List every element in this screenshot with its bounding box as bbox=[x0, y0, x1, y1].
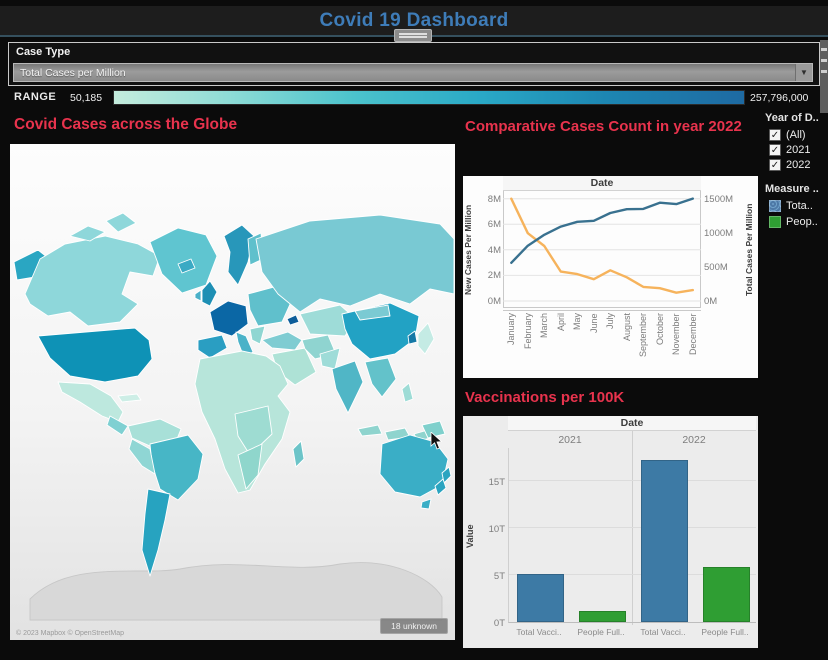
bar-people-full-[interactable] bbox=[579, 611, 626, 622]
series-right[interactable] bbox=[511, 199, 693, 263]
bar-plot[interactable] bbox=[508, 448, 756, 623]
bar-chart-title: Vaccinations per 100K bbox=[465, 389, 624, 406]
case-type-label: Case Type bbox=[16, 46, 70, 58]
case-type-dropdown[interactable]: Total Cases per Million ▼ bbox=[13, 63, 813, 82]
range-gradient-bar bbox=[113, 90, 745, 105]
month-label: February bbox=[523, 313, 533, 375]
case-type-filter: Case Type Total Cases per Million ▼ bbox=[8, 42, 820, 86]
checkbox-checked-icon[interactable]: ✓ bbox=[769, 159, 781, 171]
range-legend: RANGE 50,185 257,796,000 bbox=[0, 88, 828, 108]
left-tick: 4M bbox=[477, 245, 501, 256]
month-label: January bbox=[506, 313, 516, 375]
category-label: People Full.. bbox=[694, 627, 756, 637]
right-tick: 1500M bbox=[704, 194, 742, 205]
line-chart-date-header: Date bbox=[503, 176, 701, 191]
bar-chart-date-header: Date bbox=[508, 416, 756, 431]
month-label: July bbox=[605, 313, 615, 375]
filter-sidebar: Year of D.. ✓ (All) ✓ 2021 ✓ 2022 Measur… bbox=[765, 112, 827, 232]
range-max-value: 257,796,000 bbox=[750, 92, 808, 104]
left-tick: 8M bbox=[477, 194, 501, 205]
covid-dashboard: Covid 19 Dashboard Case Type Total Cases… bbox=[0, 0, 828, 660]
bar-total-vacci-[interactable] bbox=[641, 460, 688, 622]
line-chart-title: Comparative Cases Count in year 2022 bbox=[465, 116, 765, 138]
month-label: April bbox=[556, 313, 566, 375]
value-axis-label: Value bbox=[465, 476, 477, 596]
world-map-panel[interactable]: © 2023 Mapbox © OpenStreetMap 18 unknown bbox=[10, 144, 455, 640]
mouse-cursor-icon bbox=[430, 432, 444, 450]
legend-swatch-green bbox=[769, 216, 781, 228]
map-section-title: Covid Cases across the Globe bbox=[14, 116, 237, 134]
category-label: Total Vacci.. bbox=[508, 627, 570, 637]
month-label: March bbox=[539, 313, 549, 375]
year-filter-option-all[interactable]: ✓ (All) bbox=[769, 129, 827, 141]
left-tick: 2M bbox=[477, 270, 501, 281]
category-label: People Full.. bbox=[570, 627, 632, 637]
month-label: November bbox=[671, 313, 681, 375]
measure-legend-title: Measure .. bbox=[765, 183, 827, 195]
right-tick: 1000M bbox=[704, 228, 742, 239]
right-tick: 0M bbox=[704, 296, 742, 307]
unknown-count-badge[interactable]: 18 unknown bbox=[380, 618, 448, 634]
bar-total-vacci-[interactable] bbox=[517, 574, 564, 622]
month-axis-labels: January February March April May June July Augu… bbox=[503, 310, 701, 376]
range-min-value: 50,185 bbox=[70, 92, 102, 104]
year-filter-option-2021[interactable]: ✓ 2021 bbox=[769, 144, 827, 156]
value-tick: 5T bbox=[479, 571, 505, 582]
left-tick: 6M bbox=[477, 219, 501, 230]
scrollbar-strip[interactable] bbox=[820, 40, 828, 113]
line-chart-panel[interactable]: Date New Cases Per Million Total Cases P… bbox=[463, 176, 758, 378]
map-attribution: © 2023 Mapbox © OpenStreetMap bbox=[16, 630, 124, 637]
bar-people-full-[interactable] bbox=[703, 567, 750, 622]
left-axis-label: New Cases Per Million bbox=[463, 191, 476, 308]
value-tick: 0T bbox=[479, 618, 505, 629]
case-type-value: Total Cases per Million bbox=[14, 67, 795, 79]
value-tick: 10T bbox=[479, 524, 505, 535]
line-plot[interactable] bbox=[503, 191, 701, 308]
year-group-2021: 2021 bbox=[508, 431, 632, 448]
world-map[interactable] bbox=[10, 144, 455, 640]
gridline bbox=[509, 480, 756, 481]
left-tick: 0M bbox=[477, 296, 501, 307]
month-label: May bbox=[572, 313, 582, 375]
legend-item-people[interactable]: Peop.. bbox=[769, 216, 827, 228]
series-left[interactable] bbox=[511, 199, 693, 293]
right-axis-label: Total Cases Per Million bbox=[744, 191, 757, 308]
gridline bbox=[509, 527, 756, 528]
chevron-down-icon[interactable]: ▼ bbox=[795, 64, 812, 81]
month-label: October bbox=[655, 313, 665, 375]
drag-grip-handle[interactable] bbox=[394, 29, 432, 42]
checkbox-checked-icon[interactable]: ✓ bbox=[769, 144, 781, 156]
legend-item-total[interactable]: Tota.. bbox=[769, 200, 827, 212]
month-label: June bbox=[589, 313, 599, 375]
month-label: December bbox=[688, 313, 698, 375]
checkbox-checked-icon[interactable]: ✓ bbox=[769, 129, 781, 141]
value-tick: 15T bbox=[479, 477, 505, 488]
year-filter-title: Year of D.. bbox=[765, 112, 827, 124]
category-label: Total Vacci.. bbox=[632, 627, 694, 637]
bar-chart-panel[interactable]: Date 2021 2022 Value 0T 5T 10T 15T Total Va… bbox=[463, 416, 758, 648]
month-label: August bbox=[622, 313, 632, 375]
legend-swatch-blue bbox=[769, 200, 781, 212]
range-label: RANGE bbox=[14, 91, 56, 103]
year-filter-option-2022[interactable]: ✓ 2022 bbox=[769, 159, 827, 171]
right-tick: 500M bbox=[704, 262, 742, 273]
month-label: September bbox=[638, 313, 648, 375]
year-group-2022: 2022 bbox=[632, 431, 756, 448]
